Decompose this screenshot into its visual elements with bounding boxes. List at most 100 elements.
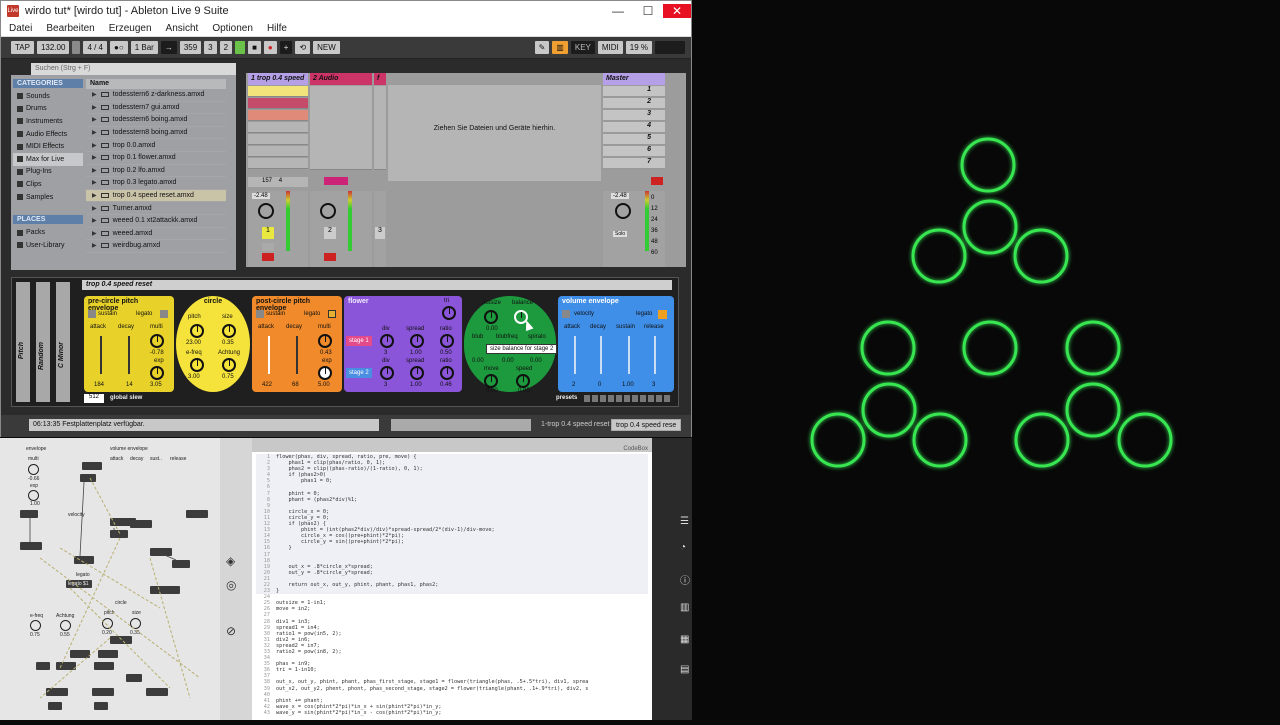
expand-icon[interactable]: ▶ — [92, 129, 97, 136]
clip-slot[interactable] — [248, 110, 308, 121]
flower-ratio2-knob[interactable] — [440, 366, 454, 380]
place-user-library[interactable]: User-Library — [13, 239, 83, 252]
stage1-button[interactable]: stage 1 — [346, 336, 372, 346]
loop-button[interactable]: ⟲ — [295, 41, 311, 54]
volume-decay-fader[interactable] — [600, 336, 602, 374]
circle-pitch-knob[interactable] — [190, 324, 204, 338]
inspector-icon[interactable]: ▤ — [680, 664, 689, 675]
new-button[interactable]: NEW — [313, 41, 340, 54]
status-device-label[interactable]: trop 0.4 speed rese — [611, 419, 682, 431]
post-exp-knob[interactable] — [318, 366, 332, 380]
category-clips[interactable]: Clips — [13, 178, 83, 191]
clock-icon[interactable]: ◔ — [680, 542, 686, 553]
expand-icon[interactable]: ▶ — [92, 242, 97, 249]
clip-slot[interactable] — [248, 134, 308, 145]
list-item[interactable]: ▶ todesstern7 gui.amxd — [86, 102, 226, 115]
flower-ratio1-knob[interactable] — [440, 334, 454, 348]
list-item-selected[interactable]: ▶ trop 0.4 speed reset.amxd — [86, 189, 226, 203]
paperclip-icon[interactable]: ⊘ — [226, 624, 236, 638]
master-stop-button[interactable] — [651, 177, 663, 185]
flower-div1-knob[interactable] — [380, 334, 394, 348]
scene-4[interactable]: 4 — [603, 122, 665, 133]
pre-exp-knob[interactable] — [150, 366, 164, 380]
pre-legato-toggle[interactable] — [160, 310, 168, 318]
circle-size-knob[interactable] — [222, 324, 236, 338]
quantize-menu[interactable]: 1 Bar — [130, 41, 158, 54]
post-sustain-toggle[interactable] — [256, 310, 264, 318]
expand-icon[interactable]: ▶ — [92, 116, 97, 123]
midi-map-button[interactable]: MIDI — [597, 41, 623, 54]
scene-7[interactable]: 7 — [603, 158, 665, 169]
expand-icon[interactable]: ▶ — [92, 217, 97, 224]
tempo-field[interactable]: 132.00 — [36, 41, 70, 54]
track1-send-b[interactable]: 4 — [279, 178, 282, 184]
draw-mode-icon[interactable]: ✎ — [534, 41, 550, 54]
post-attack-fader[interactable] — [268, 336, 270, 374]
list-icon[interactable]: ☰ — [680, 516, 689, 527]
play-button[interactable] — [235, 41, 246, 54]
track1-volume[interactable]: -2.48 — [252, 193, 270, 199]
clip-slot[interactable] — [248, 146, 308, 157]
expand-icon[interactable]: ▶ — [92, 154, 97, 161]
master-header[interactable]: Master — [603, 73, 665, 85]
target-icon[interactable]: ◎ — [226, 578, 236, 592]
key-map-button[interactable]: KEY — [570, 41, 595, 54]
clip-slots-track-3[interactable] — [374, 86, 386, 170]
track-header-2[interactable]: 2 Audio — [310, 73, 372, 85]
expand-icon[interactable]: ▶ — [92, 179, 97, 186]
category-max-for-live[interactable]: Max for Live — [13, 152, 83, 166]
expand-icon[interactable]: ▶ — [92, 91, 97, 98]
track3-activator[interactable]: 3 — [375, 227, 385, 239]
volume-attack-fader[interactable] — [574, 336, 576, 374]
list-item[interactable]: ▶ weeed 0.1 xt2attackk.amxd — [86, 215, 226, 228]
list-item[interactable]: ▶ trop 0.2 lfo.amxd — [86, 165, 226, 178]
list-item[interactable]: ▶ todesstern8 boing.amxd — [86, 127, 226, 140]
pan-knob[interactable] — [320, 203, 336, 219]
list-item[interactable]: ▶ weirdbug.amxd — [86, 240, 226, 253]
pre-decay-fader[interactable] — [128, 336, 130, 374]
clip-slot[interactable] — [248, 98, 308, 109]
category-instruments[interactable]: Instruments — [13, 115, 83, 128]
list-item[interactable]: ▶ Turner.amxd — [86, 202, 226, 215]
flower-tri-knob[interactable] — [442, 306, 456, 320]
tap-button[interactable]: TAP — [11, 41, 34, 54]
pan-knob[interactable] — [258, 203, 274, 219]
master-pan-knob[interactable] — [615, 203, 631, 219]
cube-icon[interactable]: ◈ — [226, 554, 235, 568]
info-icon[interactable]: ⓘ — [680, 572, 690, 587]
macro-pitch[interactable]: Pitch — [16, 282, 30, 402]
track-header-1[interactable]: 1 trop 0.4 speed — [248, 73, 308, 85]
place-packs[interactable]: Packs — [13, 226, 83, 239]
track2-clip-stop[interactable] — [324, 177, 348, 185]
category-samples[interactable]: Samples — [13, 191, 83, 204]
volume-legato-toggle[interactable] — [658, 310, 667, 319]
category-drums[interactable]: Drums — [13, 103, 83, 116]
macro-random[interactable]: Random — [36, 282, 50, 402]
outsize-knob[interactable] — [484, 310, 498, 324]
scene-3[interactable]: 3 — [603, 110, 665, 121]
category-midi-effects[interactable]: MIDI Effects — [13, 140, 83, 153]
scene-6[interactable]: 6 — [603, 146, 665, 157]
overview-scroller[interactable] — [391, 419, 531, 431]
minimize-button[interactable]: — — [603, 4, 633, 18]
velocity-toggle[interactable] — [562, 310, 570, 318]
menu-ansicht[interactable]: Ansicht — [166, 23, 199, 34]
list-item[interactable]: ▶ todesstern6 boing.amxd — [86, 114, 226, 127]
pre-attack-fader[interactable] — [100, 336, 102, 374]
speed-knob[interactable] — [516, 374, 530, 388]
overdub-button[interactable]: + — [279, 41, 293, 54]
signature-field[interactable]: 4 / 4 — [83, 41, 108, 54]
list-item[interactable]: ▶ trop 0.1 flower.amxd — [86, 152, 226, 165]
clip-slot[interactable] — [248, 86, 308, 97]
position-beat[interactable]: 3 — [204, 41, 217, 54]
list-item[interactable]: ▶ trop 0.3 legato.amxd — [86, 177, 226, 190]
circle-efreq-knob[interactable] — [190, 358, 204, 372]
midi-keyboard-icon[interactable]: ▥ — [552, 41, 568, 54]
codebox-editor[interactable]: CodeBox 1 flower(phas, div, spread, ratio… — [252, 438, 652, 720]
category-sounds[interactable]: Sounds — [13, 90, 83, 103]
browser-search-input[interactable]: Suchen (Strg + F) — [31, 63, 236, 75]
clip-slots-track-2[interactable] — [310, 86, 372, 170]
track1-activator[interactable]: 1 — [262, 227, 274, 239]
global-slew-value[interactable]: 512 — [84, 394, 104, 403]
track-header-3[interactable]: f — [374, 73, 386, 85]
